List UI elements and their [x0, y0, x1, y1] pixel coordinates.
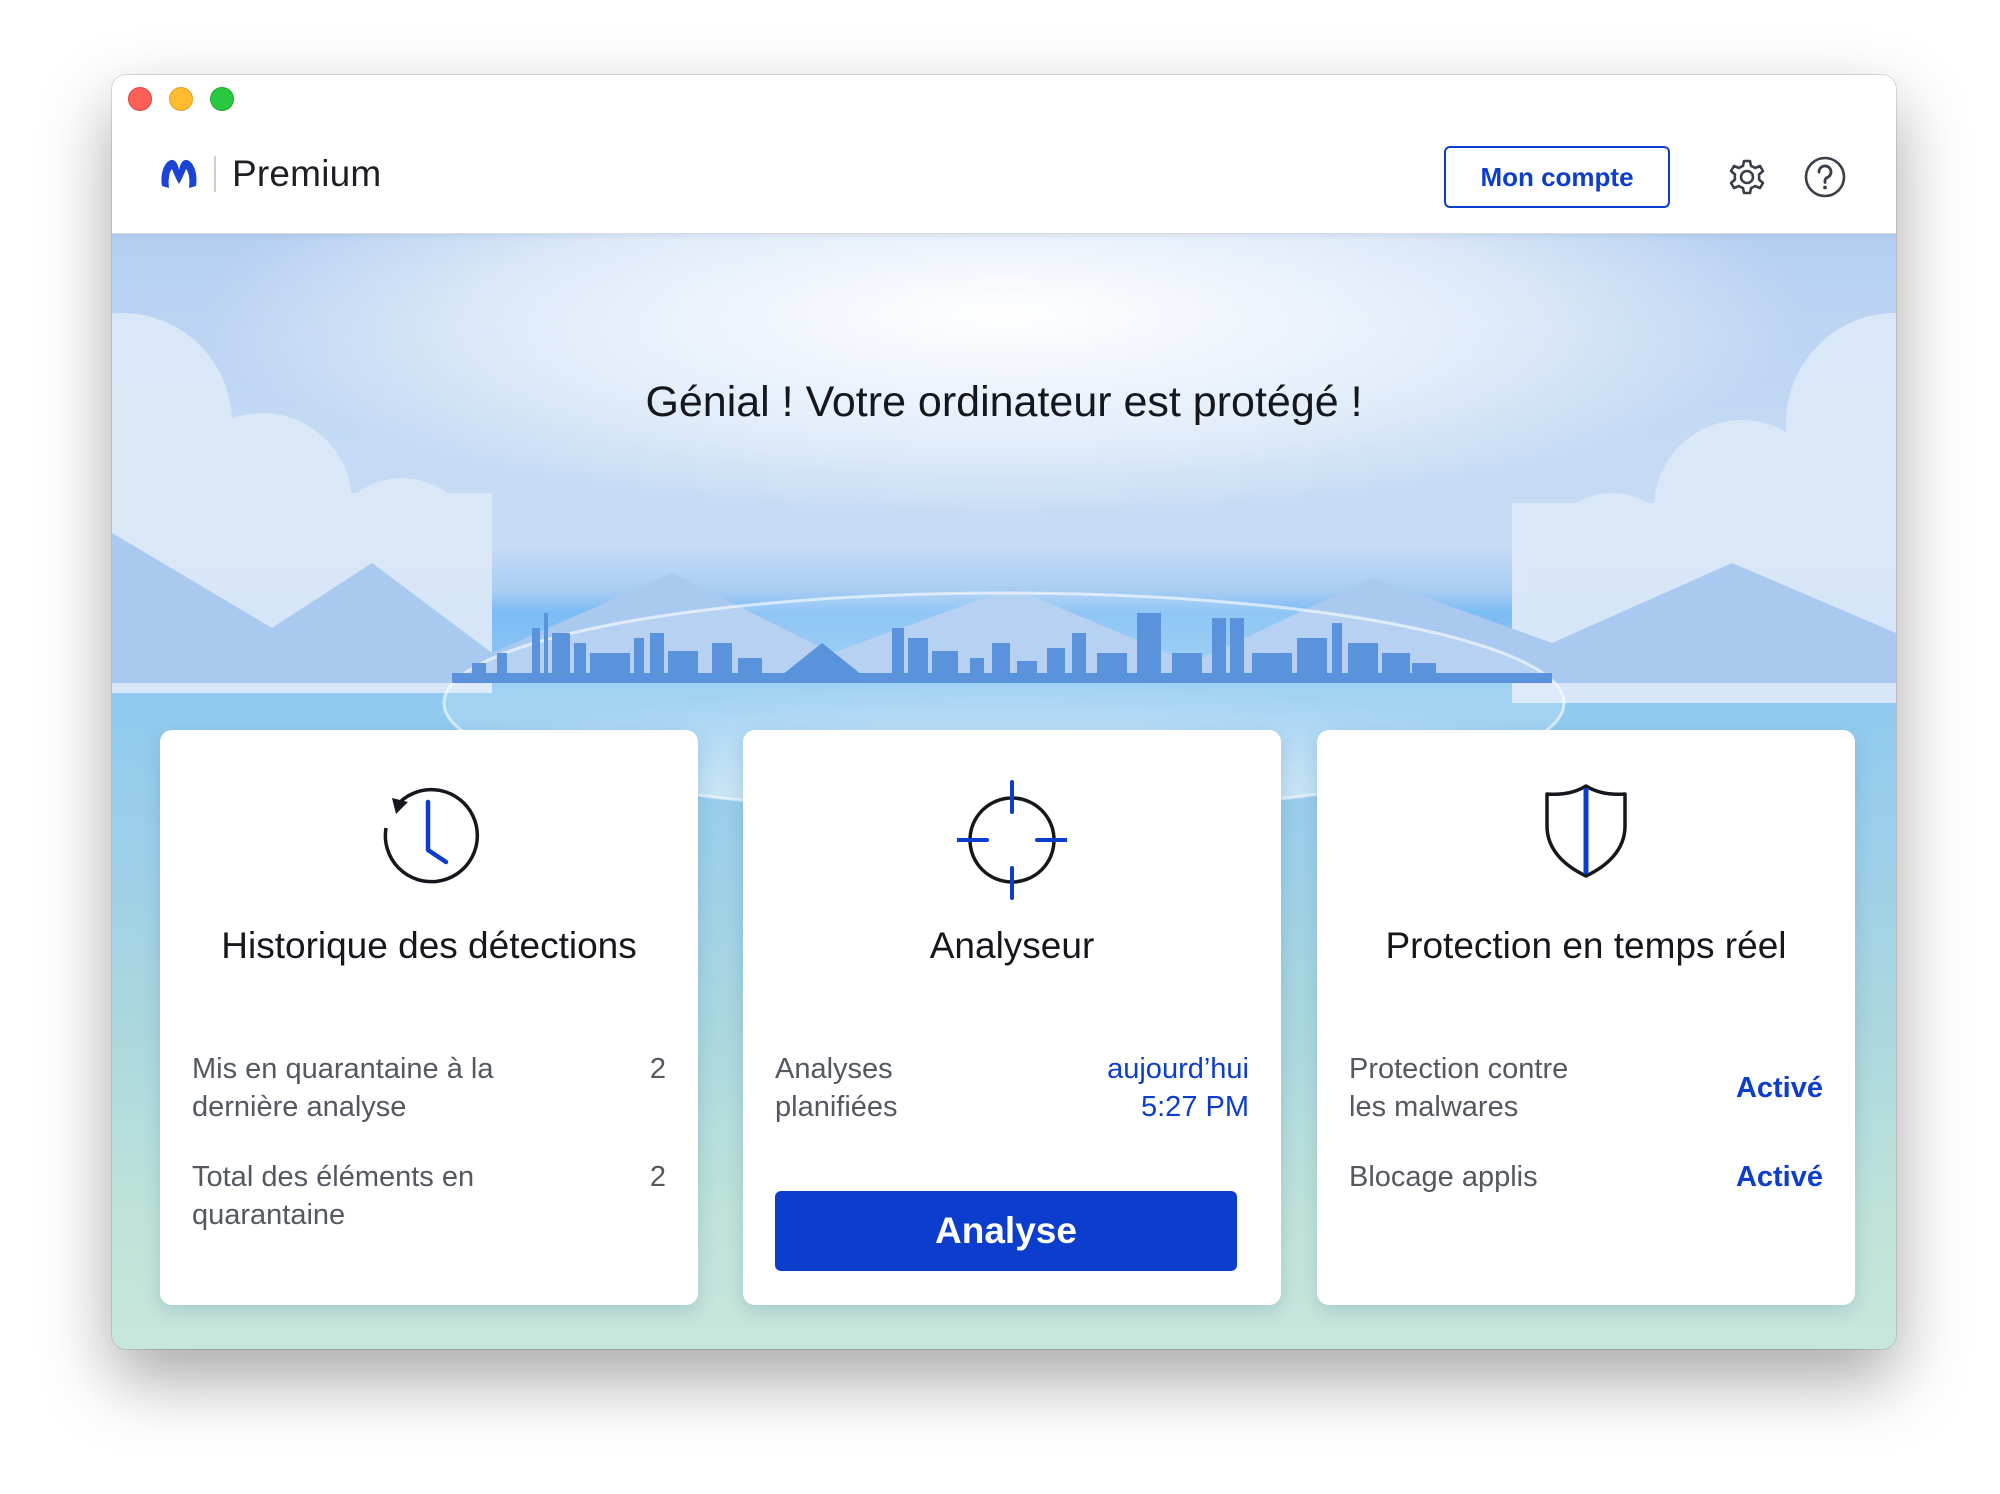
app-block-row: Blocage applis Activé [1349, 1158, 1823, 1196]
quarantined-last-scan-label: Mis en quarantaine à la dernière analyse [192, 1053, 494, 1123]
zoom-window-button[interactable] [210, 87, 234, 111]
close-window-button[interactable] [128, 87, 152, 111]
malware-protection-status[interactable]: Activé [1736, 1069, 1823, 1107]
scanner-title: Analyseur [929, 925, 1095, 966]
scheduled-scans-row: Analyses planifiées aujourd’hui 5:27 PM [775, 1050, 1249, 1126]
app-window: Premium Mon compte Génial ! Votre ordina… [112, 75, 1896, 1349]
detection-history-card[interactable]: Historique des détections Mis en quarant… [160, 730, 698, 1305]
app-header: Premium Mon compte [112, 75, 1896, 234]
total-quarantined-value: 2 [649, 1161, 666, 1193]
gear-icon[interactable] [1724, 154, 1770, 200]
logo-divider [214, 156, 216, 192]
app-block-status[interactable]: Activé [1736, 1158, 1823, 1196]
scan-button[interactable]: Analyse [775, 1191, 1237, 1271]
total-quarantined-row: Total des éléments en quarantaine 2 [192, 1158, 666, 1234]
product-name: Premium [232, 153, 382, 194]
my-account-button[interactable]: Mon compte [1444, 146, 1670, 208]
scanner-card[interactable]: Analyseur Analyses planifiées aujourd’hu… [743, 730, 1281, 1305]
scheduled-scan-datetime[interactable]: aujourd’hui 5:27 PM [1107, 1050, 1249, 1126]
malwarebytes-logo-icon [161, 159, 197, 188]
shield-icon [1545, 784, 1627, 878]
malware-protection-row: Protection contre les malwares Activé [1349, 1050, 1823, 1126]
scheduled-scan-day: aujourd’hui [1107, 1053, 1249, 1085]
scheduled-scans-label: Analyses planifiées [775, 1053, 898, 1123]
realtime-protection-card[interactable]: Protection en temps réel Protection cont… [1317, 730, 1855, 1305]
status-hero: Génial ! Votre ordinateur est protégé ! … [112, 233, 1896, 1349]
realtime-protection-title: Protection en temps réel [1385, 925, 1787, 966]
app-block-label: Blocage applis [1349, 1161, 1538, 1193]
brand: Premium [158, 153, 381, 195]
clock-history-icon [383, 787, 480, 884]
help-icon[interactable] [1802, 154, 1848, 200]
detection-history-title: Historique des détections [221, 925, 637, 966]
scheduled-scan-time: 5:27 PM [1141, 1091, 1249, 1123]
crosshair-icon [957, 780, 1067, 900]
protection-status-message: Génial ! Votre ordinateur est protégé ! [645, 378, 1363, 426]
malware-protection-label: Protection contre les malwares [1349, 1053, 1569, 1123]
window-controls [128, 87, 234, 111]
total-quarantined-label: Total des éléments en quarantaine [192, 1161, 475, 1231]
quarantined-last-scan-value: 2 [649, 1053, 666, 1085]
minimize-window-button[interactable] [169, 87, 193, 111]
quarantined-last-scan-row: Mis en quarantaine à la dernière analyse… [192, 1050, 666, 1126]
